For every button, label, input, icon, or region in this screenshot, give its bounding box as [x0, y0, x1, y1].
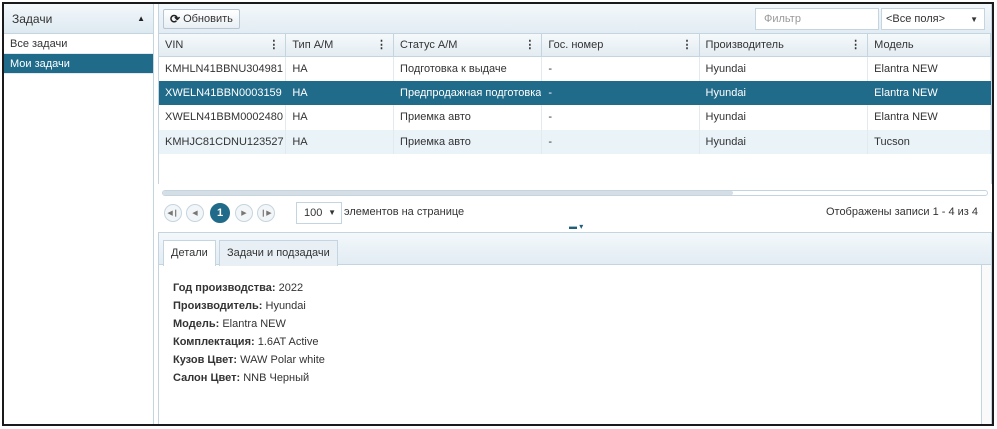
- vehicles-grid: VIN ⋮ Тип А/М ⋮ Статус А/М ⋮ Гос. номер ⋮ Пр…: [158, 34, 992, 184]
- prev-page-icon[interactable]: ◀: [186, 204, 204, 222]
- column-header-model[interactable]: Модель: [867, 34, 991, 57]
- horizontal-scrollbar[interactable]: [162, 190, 988, 196]
- page-size-select[interactable]: 100 ▼: [296, 202, 342, 224]
- vehicles-table: VIN ⋮ Тип А/М ⋮ Статус А/М ⋮ Гос. номер ⋮ Пр…: [159, 34, 991, 154]
- detail-field-manufacturer: Производитель: Hyundai: [173, 300, 306, 312]
- column-header-manufacturer[interactable]: Производитель ⋮: [699, 34, 869, 57]
- column-header-plate[interactable]: Гос. номер ⋮: [541, 34, 700, 57]
- tab-details[interactable]: Детали: [163, 240, 216, 266]
- table-header-row: VIN ⋮ Тип А/М ⋮ Статус А/М ⋮ Гос. номер ⋮ Пр…: [159, 34, 991, 57]
- fields-select[interactable]: <Все поля> ▼: [881, 8, 985, 30]
- sidebar-item-my-tasks[interactable]: Мои задачи: [4, 54, 153, 74]
- detail-panel: Детали Задачи и подзадачи Год производст…: [158, 232, 992, 424]
- detail-body: Год производства: 2022 Производитель: Hy…: [159, 265, 991, 387]
- next-page-icon[interactable]: ▶: [235, 204, 253, 222]
- refresh-icon: ⟳: [170, 12, 181, 26]
- table-row[interactable]: XWELN41BBN0003159 HA Предпродажная подгото…: [159, 80, 991, 105]
- current-page-button[interactable]: 1: [210, 203, 230, 223]
- sidebar-header[interactable]: Задачи ▲: [4, 4, 153, 34]
- main-panel: ⟳ Обновить <Все поля> ▼ VIN⋮ Тип А/М⋮: [158, 4, 992, 424]
- chevron-down-icon: ▼: [328, 208, 336, 217]
- app-frame: Задачи ▲ Все задачи Мои задачи ⟳ Обновит…: [2, 2, 994, 426]
- tasks-sidebar: Задачи ▲ Все задачи Мои задачи: [4, 4, 154, 424]
- detail-field-body-color: Кузов Цвет: WAW Polar white: [173, 354, 325, 366]
- records-info: Отображены записи 1 - 4 из 4: [825, 206, 978, 218]
- page-size-value: 100: [304, 207, 323, 219]
- toolbar: ⟳ Обновить <Все поля> ▼: [158, 4, 992, 34]
- column-header-status[interactable]: Статус А/М ⋮: [393, 34, 543, 57]
- collapse-triangle-icon[interactable]: ▲: [137, 14, 145, 23]
- fields-select-value: <Все поля>: [886, 13, 946, 25]
- refresh-button[interactable]: ⟳ Обновить: [163, 9, 240, 29]
- refresh-label: Обновить: [183, 13, 233, 25]
- sidebar-title: Задачи: [12, 11, 53, 26]
- table-row[interactable]: KMHLN41BBNU304981 HA Подготовка к выдаче - H…: [159, 56, 991, 81]
- first-page-icon[interactable]: ◀❙: [164, 204, 182, 222]
- column-menu-icon[interactable]: ⋮: [268, 38, 279, 51]
- table-row[interactable]: KMHJC81CDNU123527 HA Приемка авто - Hyundai T…: [159, 129, 991, 154]
- table-row[interactable]: XWELN41BBM0002480 HA Приемка авто - Hyundai E…: [159, 105, 991, 130]
- filter-input[interactable]: [755, 8, 879, 30]
- scrollbar-thumb[interactable]: [163, 191, 733, 195]
- detail-field-model: Модель: Elantra NEW: [173, 318, 286, 330]
- column-menu-icon[interactable]: ⋮: [524, 38, 535, 51]
- sidebar-item-all-tasks[interactable]: Все задачи: [4, 34, 153, 54]
- tab-tasks-subtasks[interactable]: Задачи и подзадачи: [219, 240, 338, 266]
- page-size-label: элементов на странице: [344, 206, 465, 218]
- detail-tabbar: Детали Задачи и подзадачи: [159, 233, 991, 266]
- detail-field-trim: Комплектация: 1.6AT Active: [173, 336, 319, 348]
- last-page-icon[interactable]: ❙▶: [257, 204, 275, 222]
- column-menu-icon[interactable]: ⋮: [376, 38, 387, 51]
- column-menu-icon[interactable]: ⋮: [850, 38, 861, 51]
- chevron-down-icon: ▼: [970, 15, 978, 24]
- detail-field-interior-color: Салон Цвет: NNB Черный: [173, 372, 310, 384]
- column-menu-icon[interactable]: ⋮: [682, 38, 693, 51]
- column-header-type[interactable]: Тип А/М ⋮: [285, 34, 395, 57]
- splitter-handle-icon[interactable]: ▬ ▾: [569, 222, 583, 231]
- vertical-scrollbar[interactable]: [981, 265, 991, 424]
- column-header-vin[interactable]: VIN ⋮: [159, 34, 287, 57]
- detail-field-year: Год производства: 2022: [173, 282, 304, 294]
